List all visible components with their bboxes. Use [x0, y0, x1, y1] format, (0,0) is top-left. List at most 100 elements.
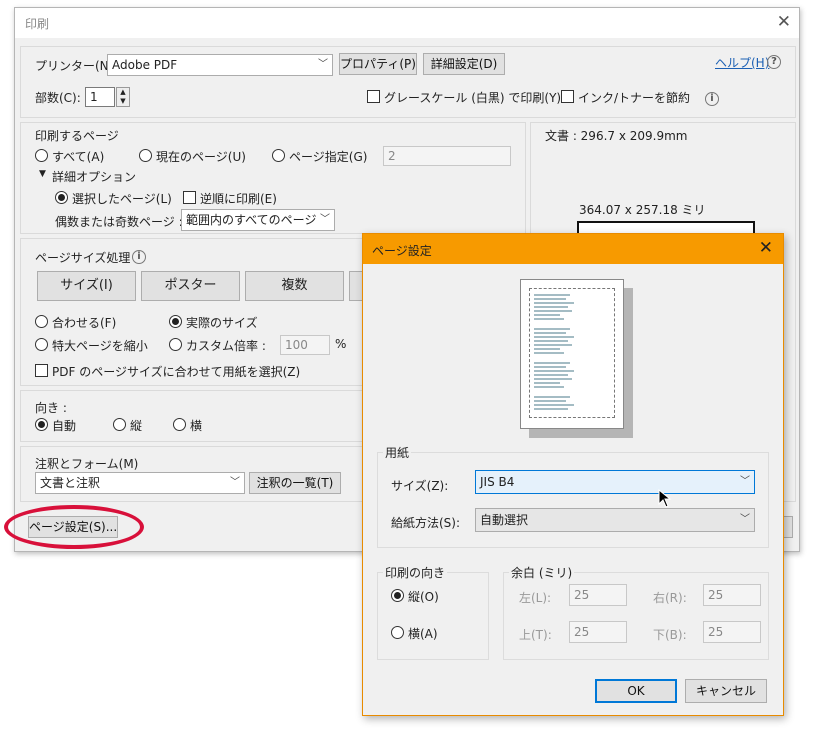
radio-portrait-setup[interactable]: [391, 589, 404, 602]
radio-landscape[interactable]: [173, 418, 186, 431]
pdf-paper-checkbox[interactable]: [35, 364, 48, 377]
more-options-label[interactable]: 詳細オプション: [52, 168, 136, 185]
paper-group: [377, 452, 769, 548]
radio-all[interactable]: [35, 149, 48, 162]
chevron-down-icon: ﹀: [740, 514, 750, 525]
orientation-group: [377, 572, 489, 660]
radio-range[interactable]: [272, 149, 285, 162]
help-icon[interactable]: ?: [767, 55, 781, 69]
grayscale-label: グレースケール (白黒) で印刷(Y): [384, 91, 562, 105]
pages-section-title: 印刷するページ: [35, 129, 119, 143]
margin-left-input[interactable]: 25: [569, 584, 627, 606]
highlight-ring: [4, 505, 144, 549]
annotations-summary-button[interactable]: 注釈の一覧(T): [249, 472, 341, 494]
margin-right-label: 右(R):: [653, 591, 687, 605]
odd-even-value: 範囲内のすべてのページ: [186, 213, 317, 227]
annotations-value: 文書と注釈: [40, 476, 101, 490]
page-setup-dialog: ページ設定 ✕ 用紙 サイズ(Z): JIS B4 ﹀ 給紙方法(S): 自動選…: [362, 233, 784, 716]
margin-bottom-input[interactable]: 25: [703, 621, 761, 643]
radio-landscape-setup-label: 横(A): [408, 627, 438, 641]
radio-auto[interactable]: [35, 418, 48, 431]
pages-panel: 印刷するページ すべて(A) 現在のページ(U) ページ指定(G) 2 ▼ 詳細…: [20, 122, 526, 234]
radio-actual[interactable]: [169, 315, 182, 328]
chevron-down-icon: ﹀: [318, 59, 328, 70]
paper-group-title: 用紙: [383, 444, 412, 461]
annotations-title: 注釈とフォーム(M): [35, 457, 139, 471]
annotations-select[interactable]: 文書と注釈 ﹀: [35, 472, 245, 494]
radio-actual-label: 実際のサイズ: [186, 316, 258, 330]
margins-group-title: 余白 (ミリ): [509, 564, 575, 581]
caret-down-icon[interactable]: ▼: [39, 169, 46, 179]
printer-value: Adobe PDF: [112, 58, 178, 72]
help-link[interactable]: ヘルプ(H): [715, 54, 769, 71]
radio-fit-label: 合わせる(F): [52, 316, 117, 330]
radio-shrink-label: 特大ページを縮小: [52, 339, 148, 353]
close-icon[interactable]: ✕: [759, 238, 773, 258]
thumbnail-margin: [529, 288, 615, 418]
size-section-title: ページサイズ処理: [35, 251, 131, 265]
radio-portrait[interactable]: [113, 418, 126, 431]
reverse-checkbox[interactable]: [183, 191, 196, 204]
copies-spinner[interactable]: ▲ ▼: [116, 87, 130, 107]
radio-landscape-setup[interactable]: [391, 626, 404, 639]
info-icon[interactable]: i: [132, 250, 146, 264]
paper-source-value: 自動選択: [480, 513, 529, 527]
chevron-down-icon: ﹀: [740, 476, 750, 487]
pdf-paper-label: PDF のページサイズに合わせて用紙を選択(Z): [52, 365, 301, 379]
page-thumbnail: [520, 279, 624, 429]
radio-current-label: 現在のページ(U): [156, 150, 246, 164]
paper-source-select[interactable]: 自動選択 ﹀: [475, 508, 755, 532]
radio-all-label: すべて(A): [52, 150, 105, 164]
radio-shrink[interactable]: [35, 338, 48, 351]
print-titlebar: 印刷 ✕: [15, 8, 799, 38]
paper-size-select[interactable]: JIS B4 ﹀: [475, 470, 755, 494]
page-setup-title: ページ設定: [372, 244, 432, 258]
info-icon[interactable]: i: [705, 92, 719, 106]
multiple-button[interactable]: 複数: [245, 271, 344, 301]
radio-portrait-setup-label: 縦(O): [408, 590, 439, 604]
copies-label: 部数(C):: [35, 91, 81, 105]
radio-selected-pages-label: 選択したページ(L): [72, 192, 172, 206]
printer-label: プリンター(N):: [35, 59, 118, 73]
margin-left-label: 左(L):: [519, 591, 552, 605]
reverse-label: 逆順に印刷(E): [200, 192, 277, 206]
poster-button[interactable]: ポスター: [141, 271, 240, 301]
copies-input[interactable]: 1: [85, 87, 115, 107]
printer-panel: プリンター(N): Adobe PDF ﹀ プロパティ(P) 詳細設定(D) ヘ…: [20, 46, 796, 118]
close-icon[interactable]: ✕: [777, 12, 791, 32]
margin-top-input[interactable]: 25: [569, 621, 627, 643]
radio-range-label: ページ指定(G): [289, 150, 368, 164]
save-ink-label: インク/トナーを節約: [578, 91, 691, 105]
page-setup-titlebar: ページ設定 ✕: [363, 234, 783, 264]
odd-even-select[interactable]: 範囲内のすべてのページ ﹀: [181, 209, 335, 231]
page-range-input[interactable]: 2: [383, 146, 511, 166]
save-ink-checkbox[interactable]: [561, 90, 574, 103]
size-button[interactable]: サイズ(I): [37, 271, 136, 301]
print-dialog-title: 印刷: [25, 17, 50, 31]
mouse-cursor-icon: [658, 489, 672, 508]
orientation-group-title: 印刷の向き: [383, 564, 448, 581]
margin-top-label: 上(T):: [519, 628, 552, 642]
radio-custom[interactable]: [169, 338, 182, 351]
chevron-down-icon: ﹀: [230, 477, 240, 488]
custom-scale-input[interactable]: 100: [280, 335, 330, 355]
margin-bottom-label: 下(B):: [653, 628, 687, 642]
radio-custom-label: カスタム倍率 :: [186, 339, 266, 353]
document-size: 文書 : 296.7 x 209.9mm: [545, 129, 688, 143]
grayscale-checkbox[interactable]: [367, 90, 380, 103]
preview-size: 364.07 x 257.18 ミリ: [579, 203, 706, 217]
cancel-button[interactable]: キャンセル: [685, 679, 767, 703]
paper-size-label: サイズ(Z):: [391, 479, 449, 493]
printer-select[interactable]: Adobe PDF ﹀: [107, 54, 333, 76]
percent-label: %: [335, 337, 347, 351]
paper-size-value: JIS B4: [480, 475, 515, 489]
ok-button[interactable]: OK: [595, 679, 677, 703]
radio-fit[interactable]: [35, 315, 48, 328]
advanced-button[interactable]: 詳細設定(D): [423, 53, 505, 75]
odd-even-label: 偶数または奇数ページ :: [55, 215, 183, 229]
radio-selected-pages[interactable]: [55, 191, 68, 204]
margin-right-input[interactable]: 25: [703, 584, 761, 606]
radio-landscape-label: 横: [190, 419, 203, 433]
properties-button[interactable]: プロパティ(P): [339, 53, 417, 75]
radio-current[interactable]: [139, 149, 152, 162]
